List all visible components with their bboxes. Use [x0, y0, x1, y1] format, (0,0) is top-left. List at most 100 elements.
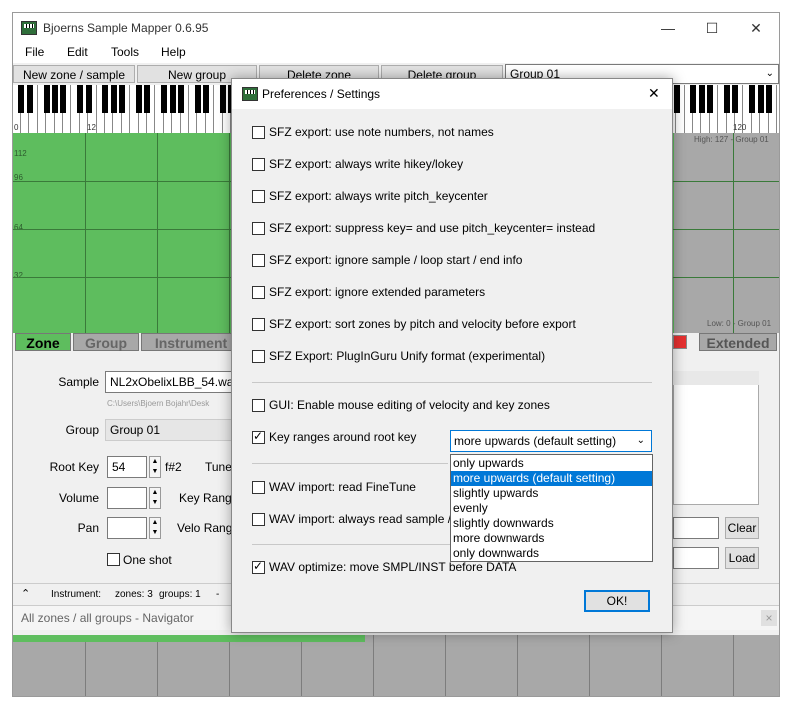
black-key[interactable] — [161, 85, 168, 113]
preferences-dialog: Preferences / Settings ✕ SFZ export: use… — [231, 78, 673, 633]
one-shot-checkbox[interactable] — [107, 553, 120, 566]
pan-field[interactable] — [107, 517, 147, 539]
checkbox[interactable] — [252, 254, 265, 267]
white-key[interactable] — [777, 85, 779, 133]
checkbox[interactable] — [252, 286, 265, 299]
black-key[interactable] — [732, 85, 739, 113]
black-key[interactable] — [77, 85, 84, 113]
black-key[interactable] — [690, 85, 697, 113]
menu-edit[interactable]: Edit — [67, 45, 88, 59]
checkbox[interactable] — [252, 158, 265, 171]
clear-button[interactable]: Clear — [725, 517, 759, 539]
dropdown-option[interactable]: only upwards — [451, 456, 652, 471]
dropdown-option[interactable]: only downwards — [451, 546, 652, 561]
black-key[interactable] — [119, 85, 126, 113]
tab-extended[interactable]: Extended — [699, 333, 777, 351]
checkbox[interactable] — [252, 190, 265, 203]
root-key-field[interactable]: 54 — [107, 456, 147, 478]
tab-group[interactable]: Group — [73, 333, 139, 351]
volume-label: Volume — [58, 491, 99, 505]
grid-line — [733, 133, 734, 333]
black-key[interactable] — [757, 85, 764, 113]
dropdown-option[interactable]: more downwards — [451, 531, 652, 546]
black-key[interactable] — [169, 85, 176, 113]
black-key[interactable] — [85, 85, 92, 113]
black-key[interactable] — [110, 85, 117, 113]
empty-key-area — [674, 133, 779, 333]
menu-file[interactable]: File — [25, 45, 44, 59]
black-key[interactable] — [673, 85, 680, 113]
root-key-spinner[interactable]: ▲ ▼ — [149, 456, 161, 478]
black-key[interactable] — [144, 85, 151, 113]
title-bar: Bjoerns Sample Mapper 0.6.95 — ☐ ✕ — [13, 13, 779, 43]
black-key[interactable] — [707, 85, 714, 113]
black-key[interactable] — [102, 85, 109, 113]
close-button[interactable]: ✕ — [733, 13, 779, 43]
new-zone-button[interactable]: New zone / sample — [13, 65, 135, 83]
black-key[interactable] — [60, 85, 67, 113]
sample-list[interactable] — [673, 371, 759, 505]
checkbox[interactable] — [252, 222, 265, 235]
option-label: SFZ export: always write pitch_keycenter — [269, 189, 488, 203]
root-key-label: Root Key — [49, 460, 99, 474]
load-button[interactable]: Load — [725, 547, 759, 569]
checkbox[interactable] — [252, 513, 265, 526]
maximize-button[interactable]: ☐ — [689, 13, 735, 43]
black-key[interactable] — [766, 85, 772, 113]
black-key[interactable] — [724, 85, 730, 113]
pan-spinner[interactable]: ▲ ▼ — [149, 517, 161, 539]
sample-path: C:\Users\Bjoern Bojahr\Desk — [107, 399, 210, 408]
group-select[interactable]: Group 01 — [105, 419, 233, 441]
load-field[interactable] — [673, 547, 719, 569]
sample-field[interactable]: NL2xObelixLBB_54.wav — [105, 371, 233, 393]
black-key[interactable] — [43, 85, 50, 113]
black-key[interactable] — [178, 85, 184, 113]
dropdown-option-selected[interactable]: more upwards (default setting) — [451, 471, 652, 486]
one-shot-label: One shot — [123, 553, 172, 567]
black-key[interactable] — [52, 85, 58, 113]
collapse-icon[interactable]: ⌃ — [21, 587, 30, 600]
black-key[interactable] — [698, 85, 705, 113]
checkbox[interactable] — [252, 559, 265, 574]
menu-bar: File Edit Tools Help — [13, 43, 779, 63]
pan-label: Pan — [77, 521, 99, 535]
volume-field[interactable] — [107, 487, 147, 509]
volume-spinner[interactable]: ▲ ▼ — [149, 487, 161, 509]
black-key[interactable] — [136, 85, 142, 113]
ok-button[interactable]: OK! — [584, 590, 650, 612]
navigator-zone-bar — [13, 635, 365, 642]
dropdown-option[interactable]: slightly upwards — [451, 486, 652, 501]
tab-zone[interactable]: Zone — [15, 333, 71, 351]
checkbox[interactable] — [252, 126, 265, 139]
velocity-label: 112 — [14, 149, 27, 158]
menu-help[interactable]: Help — [161, 45, 186, 59]
navigator-title: All zones / all groups - Navigator — [21, 611, 194, 625]
navigator-grid[interactable] — [13, 635, 779, 696]
checkbox[interactable] — [252, 481, 265, 494]
option-label: SFZ export: always write hikey/lokey — [269, 157, 464, 171]
navigator-close-icon[interactable]: × — [761, 610, 777, 626]
key-ranges-select[interactable]: more upwards (default setting) ⌄ — [450, 430, 652, 452]
clear-field[interactable] — [673, 517, 719, 539]
black-key[interactable] — [203, 85, 210, 113]
black-key[interactable] — [194, 85, 201, 113]
black-key[interactable] — [749, 85, 756, 113]
dropdown-option[interactable]: evenly — [451, 501, 652, 516]
checkbox[interactable] — [252, 429, 265, 444]
chevron-down-icon: ⌄ — [765, 68, 774, 79]
minimize-button[interactable]: — — [645, 13, 691, 43]
color-swatch[interactable] — [673, 335, 687, 349]
checkbox[interactable] — [252, 350, 265, 363]
key-label-0: 0 — [14, 123, 19, 132]
grid-line — [517, 635, 518, 696]
checkbox[interactable] — [252, 318, 265, 331]
black-key[interactable] — [18, 85, 25, 113]
dialog-close-button[interactable]: ✕ — [648, 85, 660, 102]
black-key[interactable] — [26, 85, 33, 113]
tab-instrument[interactable]: Instrument — [141, 333, 241, 351]
checkbox[interactable] — [252, 399, 265, 412]
menu-tools[interactable]: Tools — [111, 45, 139, 59]
dropdown-option[interactable]: slightly downwards — [451, 516, 652, 531]
sample-label: Sample — [58, 375, 99, 389]
black-key[interactable] — [220, 85, 226, 113]
